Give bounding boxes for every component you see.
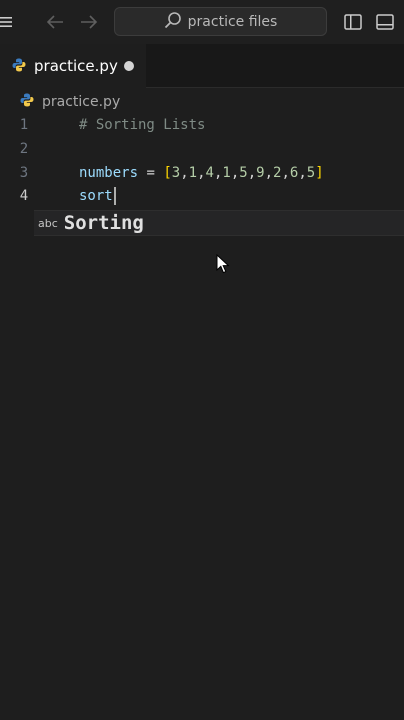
line-text: # Sorting Lists xyxy=(79,117,206,133)
text-suggestion-icon: abc xyxy=(38,216,58,230)
number-token: 5 xyxy=(306,165,316,181)
code-line-2[interactable]: 2 xyxy=(0,138,404,160)
suggestion-item[interactable]: Sorting xyxy=(64,212,144,234)
code-editor[interactable]: 1 # Sorting Lists 2 3 numbers = [3,1,4,1… xyxy=(0,116,404,720)
toggle-panel-icon[interactable] xyxy=(374,12,396,32)
operator-token: , xyxy=(298,165,307,181)
code-line-3[interactable]: 3 numbers = [3,1,4,1,5,9,2,6,5] xyxy=(0,162,404,184)
number-token: 3 xyxy=(171,165,181,181)
unsaved-changes-dot[interactable] xyxy=(124,61,134,71)
identifier-token: numbers xyxy=(79,165,139,181)
breadcrumb: practice.py xyxy=(0,88,404,116)
tab-practice-py[interactable]: practice.py xyxy=(0,44,146,89)
line-number: 1 xyxy=(19,117,29,133)
code-line-1[interactable]: 1 # Sorting Lists xyxy=(0,114,404,136)
bracket-token: [ xyxy=(163,165,172,181)
operator-token: , xyxy=(281,165,290,181)
number-token: 1 xyxy=(188,165,198,181)
title-bar: practice files xyxy=(0,0,404,44)
number-token: 4 xyxy=(205,165,214,181)
mouse-pointer-icon xyxy=(216,253,230,278)
suggestion-widget: abc Sorting xyxy=(34,210,404,236)
tab-bar: practice.py xyxy=(0,44,404,89)
menu-icon[interactable] xyxy=(0,12,14,32)
number-token: 9 xyxy=(256,165,265,181)
command-center-search[interactable]: practice files xyxy=(114,7,327,36)
operator-token: , xyxy=(230,165,240,181)
typed-text: sort xyxy=(79,188,113,204)
operator-token: , xyxy=(180,165,189,181)
search-icon xyxy=(164,11,182,33)
line-number: 3 xyxy=(19,165,29,181)
line-text: sort xyxy=(79,187,116,205)
forward-arrow-icon[interactable] xyxy=(78,12,100,32)
line-number: 4 xyxy=(19,188,29,204)
search-text: practice files xyxy=(187,13,278,30)
code-line-4[interactable]: 4 sort xyxy=(0,185,404,207)
tab-label: practice.py xyxy=(34,57,118,75)
operator-token: , xyxy=(264,165,274,181)
number-token: 1 xyxy=(222,165,231,181)
line-text: numbers = [3,1,4,1,5,9,2,6,5] xyxy=(79,165,324,181)
text-cursor xyxy=(113,187,116,205)
operator-token: , xyxy=(247,165,257,181)
number-token: 5 xyxy=(239,165,248,181)
operator-token: , xyxy=(197,165,206,181)
python-file-icon xyxy=(12,57,26,76)
python-file-icon xyxy=(20,93,34,111)
operator-token: = xyxy=(146,165,155,181)
toggle-sidebar-icon[interactable] xyxy=(342,12,364,32)
breadcrumb-file[interactable]: practice.py xyxy=(42,94,120,110)
line-number: 2 xyxy=(19,141,29,157)
bracket-token: ] xyxy=(315,165,324,181)
back-arrow-icon[interactable] xyxy=(44,12,66,32)
